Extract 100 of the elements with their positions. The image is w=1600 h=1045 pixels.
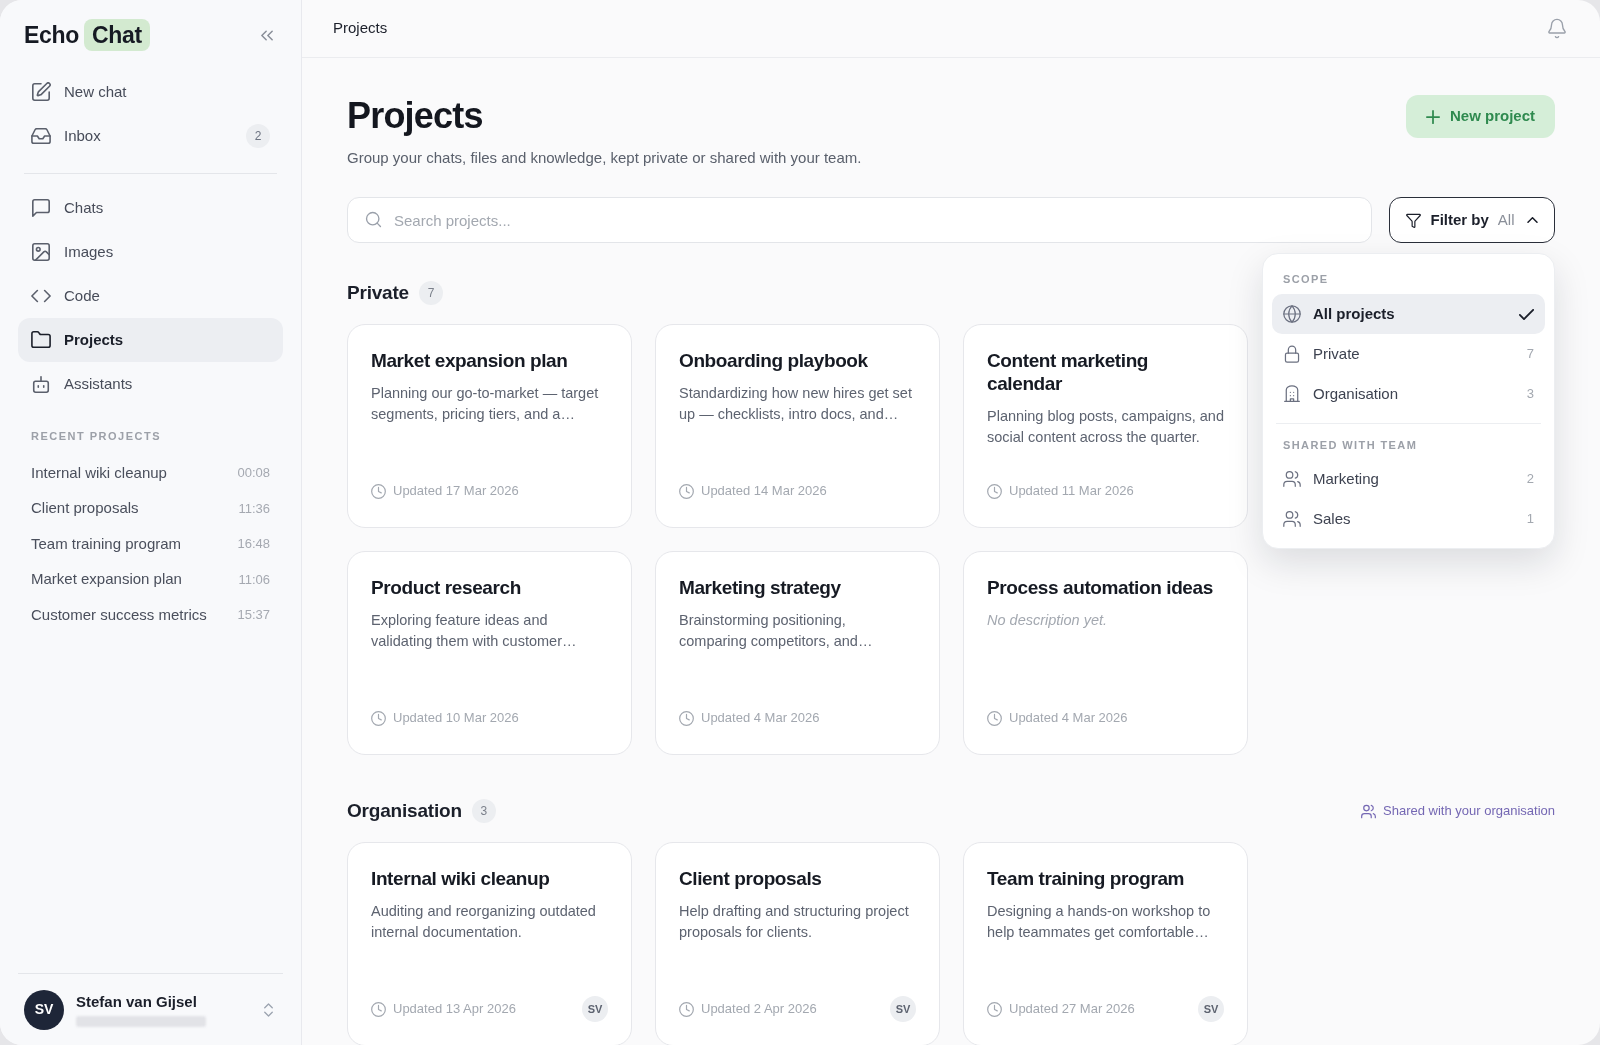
clock-icon — [679, 483, 694, 499]
count-badge: 7 — [419, 281, 443, 305]
project-card[interactable]: Team training program Designing a hands-on workshop to help teammates get comfortable… Updated 27 Mar 2026 SV — [963, 842, 1248, 1045]
project-title: Market expansion plan — [371, 349, 568, 372]
nav-item[interactable]: New chat — [18, 70, 283, 114]
nav-item[interactable]: Projects — [18, 318, 283, 362]
clock-icon — [987, 483, 1002, 499]
user-avatar: SV — [24, 989, 64, 1030]
project-card[interactable]: Internal wiki cleanup Auditing and reorganizing outdated internal documentation. Updated 13 Apr 2026 SV — [347, 842, 632, 1045]
project-description: Exploring feature ideas and validating them with customer… — [371, 611, 578, 651]
updated-date: Updated 13 Apr 2026 — [393, 1000, 516, 1019]
collapse-sidebar-icon[interactable] — [261, 29, 273, 41]
filter-button[interactable]: Filter by All — [1389, 197, 1555, 243]
robot-icon — [31, 374, 51, 394]
notification-bell-icon[interactable] — [1547, 18, 1567, 39]
chevrons-up-down-icon[interactable] — [264, 1002, 273, 1017]
clock-icon — [679, 710, 694, 726]
globe-icon — [1283, 305, 1301, 323]
project-description: Designing a hands-on workshop to help teammates get comfortable… — [987, 902, 1212, 942]
nav-item[interactable]: Inbox 2 — [18, 114, 283, 158]
item-count: 1 — [1526, 510, 1534, 529]
search-field[interactable]: Search projects... — [347, 197, 1372, 243]
folder-icon — [31, 330, 51, 350]
updated-date: Updated 2 Apr 2026 — [701, 1000, 817, 1019]
project-card[interactable]: Market expansion plan Planning our go-to-market — target segments, pricing tiers, and a… Updated 17 Mar 2026 — [347, 324, 632, 528]
updated-date: Updated 4 Mar 2026 — [701, 709, 820, 728]
owner-avatar: SV — [1198, 996, 1224, 1022]
nav-item[interactable]: Chats — [18, 186, 283, 230]
menu-item[interactable]: Organisation 3 — [1272, 374, 1545, 414]
last-opened-time: 15:37 — [237, 606, 270, 624]
item-count: 7 — [1526, 345, 1534, 364]
menu-item[interactable]: Sales 1 — [1272, 499, 1545, 539]
project-title: Client proposals — [679, 867, 822, 890]
item-count: 2 — [1526, 470, 1534, 489]
project-title: Content marketing calendar — [987, 349, 1150, 395]
clock-icon — [371, 1001, 386, 1017]
project-card[interactable]: Client proposals Help drafting and structuring project proposals for clients. Updated 2 Apr 2026 SV — [655, 842, 940, 1045]
last-opened-time: 11:06 — [238, 570, 270, 589]
new-project-button[interactable]: New project — [1405, 95, 1555, 138]
plus-icon — [1425, 109, 1440, 124]
last-opened-time: 16:48 — [237, 535, 270, 553]
item-count: 3 — [1526, 385, 1534, 404]
project-title: Team training program — [987, 867, 1185, 890]
page-subtitle: Group your chats, files and knowledge, kept private or shared with your team. — [347, 149, 862, 167]
updated-date: Updated 11 Mar 2026 — [1009, 482, 1134, 501]
project-title: Process automation ideas — [987, 576, 1213, 599]
clock-icon — [987, 710, 1002, 726]
project-card[interactable]: Process automation ideas No description yet. Updated 4 Mar 2026 — [963, 551, 1248, 755]
count-badge: 3 — [471, 799, 496, 823]
menu-item[interactable]: All projects — [1272, 294, 1545, 334]
project-title: Internal wiki cleanup — [371, 867, 550, 890]
project-title: Product research — [371, 576, 521, 599]
scope-note: Shared with your organisation — [1383, 802, 1555, 821]
clock-icon — [987, 1001, 1002, 1017]
project-description: Auditing and reorganizing outdated internal documentation. — [371, 902, 597, 942]
recent-project-item[interactable]: Client proposals 11:36 — [18, 490, 283, 526]
updated-date: Updated 4 Mar 2026 — [1009, 709, 1128, 728]
section-title: Organisation — [347, 798, 462, 823]
users-icon — [1283, 470, 1301, 488]
clock-icon — [371, 483, 386, 499]
recent-project-item[interactable]: Internal wiki cleanup 00:08 — [18, 455, 283, 491]
recent-project-item[interactable]: Team training program 16:48 — [18, 526, 283, 562]
project-card[interactable]: Marketing strategy Brainstorming positioning, comparing competitors, and… Updated 4 Mar 2026 — [655, 551, 940, 755]
users-icon — [1361, 803, 1376, 819]
inbox-tray-icon — [31, 126, 51, 146]
clock-icon — [679, 1001, 694, 1017]
funnel-icon — [1406, 212, 1422, 228]
menu-item[interactable]: Marketing 2 — [1272, 459, 1545, 499]
project-description: Planning our go-to-market — target segments, pricing tiers, and a… — [371, 384, 600, 424]
project-card[interactable]: Content marketing calendar Planning blog posts, campaigns, and social content across the quarter. Updated 11 Mar 2026 — [963, 324, 1248, 528]
updated-date: Updated 10 Mar 2026 — [393, 709, 519, 728]
building-icon — [1283, 385, 1301, 403]
nav-item[interactable]: Assistants — [18, 362, 283, 406]
menu-item[interactable]: Private 7 — [1272, 334, 1545, 374]
speech-bubble-icon — [31, 198, 51, 218]
project-card[interactable]: Onboarding playbook Standardizing how new hires get set up — checklists, intro docs, and… Updated 14 Mar 2026 — [655, 324, 940, 528]
logo-wordmark: Echo — [24, 21, 80, 49]
search-icon — [365, 211, 382, 228]
updated-date: Updated 14 Mar 2026 — [701, 482, 827, 501]
owner-avatar: SV — [582, 996, 608, 1022]
user-name: Stefan van Gijsel — [76, 992, 197, 1011]
nav-item[interactable]: Code — [18, 274, 283, 318]
menu-section-heading: SCOPE — [1283, 273, 1329, 285]
nav-item[interactable]: Images — [18, 230, 283, 274]
project-description: Brainstorming positioning, comparing competitors, and… — [679, 611, 874, 651]
empty-description: No description yet. — [987, 611, 1108, 630]
recent-project-item[interactable]: Market expansion plan 11:06 — [18, 561, 283, 597]
pencil-square-icon — [31, 82, 51, 102]
count-badge: 2 — [246, 124, 270, 148]
project-title: Onboarding playbook — [679, 349, 868, 372]
updated-date: Updated 17 Mar 2026 — [393, 482, 519, 501]
project-description: Help drafting and structuring project proposals for clients. — [679, 902, 910, 942]
recent-project-item[interactable]: Customer success metrics 15:37 — [18, 597, 283, 633]
caret-icon — [1526, 217, 1538, 223]
logo-highlight: Chat — [84, 19, 150, 51]
project-description: Planning blog posts, campaigns, and social content across the quarter. — [987, 407, 1224, 447]
clock-icon — [371, 710, 386, 726]
project-card[interactable]: Product research Exploring feature ideas and validating them with customer… Updated 10 Mar 2026 — [347, 551, 632, 755]
project-title: Marketing strategy — [679, 576, 841, 599]
sidebar-section-heading: RECENT PROJECTS — [31, 430, 162, 442]
